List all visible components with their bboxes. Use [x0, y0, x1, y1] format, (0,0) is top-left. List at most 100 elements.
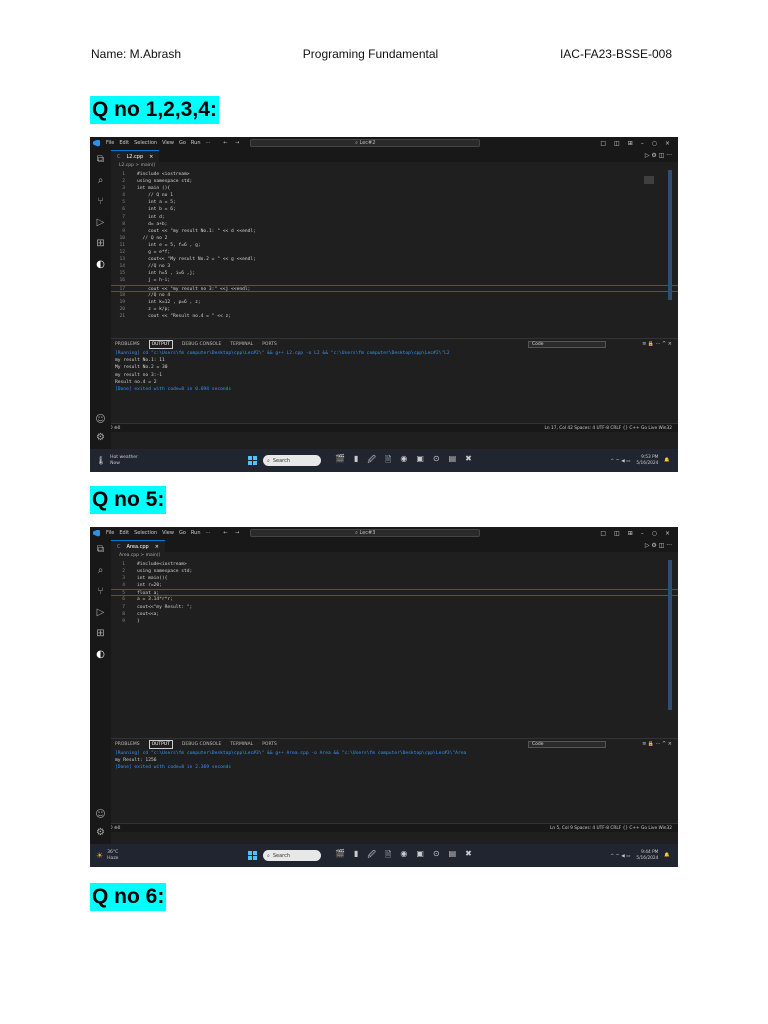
window-control-icon[interactable]: ⊞ [628, 530, 633, 537]
code-line[interactable]: 3 int main(){ [111, 575, 678, 582]
run-debug-icon[interactable]: ▷ [97, 608, 105, 618]
output-channel-select[interactable]: Code [528, 741, 606, 748]
taskbar-app-icon[interactable]: ✖ [465, 849, 472, 863]
code-line[interactable]: 5 float a; [111, 589, 678, 597]
code-line[interactable]: 7 int d; [111, 214, 678, 221]
live-share-icon[interactable]: ◐ [96, 260, 105, 270]
panel-tab-problems[interactable]: PROBLEMS [115, 742, 140, 747]
menu-item[interactable]: ··· [206, 530, 211, 536]
clock[interactable]: 9:53 PM 5/16/2024 [636, 455, 658, 467]
settings-gear-icon[interactable]: ⚙ [96, 433, 105, 443]
menu-item[interactable]: Run [191, 530, 201, 536]
account-icon[interactable]: ☺ [95, 415, 105, 425]
code-line[interactable]: 21 cout << "Result no.4 = " << z; [111, 313, 678, 320]
code-line[interactable]: 6 a = 3.14*r*r; [111, 596, 678, 603]
breadcrumb[interactable]: Area.cpp > main() [111, 552, 678, 560]
code-line[interactable]: 2 using namespace std; [111, 178, 678, 185]
code-line[interactable]: 3 int main (){ [111, 185, 678, 192]
code-line[interactable]: 12 g = e*f; [111, 249, 678, 256]
menu-item[interactable]: View [162, 140, 174, 146]
code-line[interactable]: 1 #include<iostream> [111, 561, 678, 568]
panel-tab-ports[interactable]: PORTS [262, 342, 277, 347]
menu-item[interactable]: Selection [134, 140, 157, 146]
output-channel-select[interactable]: Code [528, 341, 606, 348]
taskbar-app-icon[interactable]: ◉ [400, 849, 407, 863]
editor-scrollbar[interactable] [668, 560, 672, 710]
close-icon[interactable]: × [155, 544, 159, 550]
command-center[interactable]: ⌕ Lec#2 [250, 139, 481, 147]
taskbar-app-icon[interactable]: ▮ [354, 454, 358, 468]
taskbar-app-icon[interactable]: 🗎 [385, 454, 391, 468]
account-icon[interactable]: ☺ [95, 810, 105, 820]
window-control-icon[interactable]: ⊞ [628, 140, 633, 147]
panel-tab-output[interactable]: OUTPUT [148, 740, 173, 749]
editor-actions[interactable]: ▷ ⚙ ◫ ··· [645, 542, 678, 549]
taskbar-app-icon[interactable]: ◉ [400, 454, 407, 468]
explorer-icon[interactable]: ⧉ [97, 545, 104, 555]
code-line[interactable]: 5 int a = 5; [111, 199, 678, 206]
taskbar-app-icon[interactable]: ▣ [416, 849, 424, 863]
weather-widget[interactable]: ☀ 36°C Haze [90, 850, 230, 862]
code-line[interactable]: 15 int h=5 , i=6 ,j; [111, 270, 678, 277]
window-control-icon[interactable]: × [665, 140, 670, 147]
run-debug-icon[interactable]: ▷ [97, 218, 105, 228]
code-line[interactable]: 1 #include <iostream> [111, 171, 678, 178]
taskbar-app-icon[interactable]: ▤ [449, 454, 457, 468]
windows-start-icon[interactable] [248, 851, 257, 860]
code-line[interactable]: 10 // Q no 2 [111, 235, 678, 242]
code-line[interactable]: 6 int b = 6; [111, 206, 678, 213]
tray-icons[interactable]: ^ ⌔ ◀ ▭ [610, 458, 630, 464]
editor-scrollbar[interactable] [668, 170, 672, 300]
extensions-icon[interactable]: ⊞ [96, 629, 104, 639]
code-line[interactable]: 18 //Q no 4 [111, 292, 678, 299]
panel-tab-output[interactable]: OUTPUT [148, 340, 173, 349]
code-line[interactable]: 9} [111, 618, 678, 625]
code-line[interactable]: 8 d= a+b; [111, 221, 678, 228]
code-line[interactable]: 19 int k=12 , p=6 , z; [111, 299, 678, 306]
clock[interactable]: 9:44 PM 5/16/2024 [636, 850, 658, 862]
breadcrumb[interactable]: L2.cpp > main() [111, 162, 678, 170]
taskbar-search[interactable]: ⌕ Search [263, 455, 321, 466]
weather-widget[interactable]: 🌡 Hot weather Now [90, 455, 230, 467]
menu-item[interactable]: View [162, 530, 174, 536]
notification-icon[interactable]: 🔔 [664, 458, 670, 463]
window-control-icon[interactable]: – [641, 530, 644, 537]
taskbar-app-icon[interactable]: ▤ [449, 849, 457, 863]
tray-icons[interactable]: ^ ⌔ ◀ ▭ [610, 853, 630, 859]
taskbar-app-icon[interactable]: 🎬 [335, 849, 345, 863]
status-right[interactable]: Ln 5, Col 9 Spaces: 4 UTF-8 CRLF {} C++ … [550, 826, 678, 831]
code-line[interactable]: 20 z = k/p; [111, 306, 678, 313]
panel-tab-terminal[interactable]: TERMINAL [230, 342, 253, 347]
code-line[interactable]: 9 cout << "my result No.1: " << d <<endl… [111, 228, 678, 235]
taskbar-app-icon[interactable]: ▣ [416, 454, 424, 468]
settings-gear-icon[interactable]: ⚙ [96, 828, 105, 838]
code-line[interactable]: 4 int r=20; [111, 582, 678, 589]
code-line[interactable]: 7 cout<<"my Result: "; [111, 604, 678, 611]
menu-item[interactable]: Go [179, 140, 186, 146]
code-line[interactable]: 13 cout<< "My result No.2 = " << g <<end… [111, 256, 678, 263]
code-line[interactable]: 8 cout<<a; [111, 611, 678, 618]
menu-item[interactable]: Selection [134, 530, 157, 536]
taskbar-app-icon[interactable]: ⊙ [433, 454, 440, 468]
code-editor[interactable]: 1 #include<iostream> 2 using namespace std;… [111, 560, 678, 738]
panel-tab-terminal[interactable]: TERMINAL [230, 742, 253, 747]
taskbar-app-icon[interactable]: ⊙ [433, 849, 440, 863]
live-share-icon[interactable]: ◐ [96, 650, 105, 660]
source-control-icon[interactable]: ⑂ [98, 197, 104, 207]
menu-item[interactable]: Edit [119, 140, 129, 146]
window-control-icon[interactable]: □ [600, 530, 606, 537]
code-line[interactable]: 14 //Q no 3 [111, 263, 678, 270]
taskbar-app-icon[interactable]: 🖉 [367, 454, 376, 468]
window-control-icon[interactable]: ◫ [614, 140, 620, 147]
window-control-icon[interactable]: ○ [652, 530, 657, 537]
extensions-icon[interactable]: ⊞ [96, 239, 104, 249]
window-control-icon[interactable]: – [641, 140, 644, 147]
code-editor[interactable]: 1 #include <iostream> 2 using namespace std… [111, 170, 678, 338]
windows-start-icon[interactable] [248, 456, 257, 465]
window-control-icon[interactable]: × [665, 530, 670, 537]
nav-arrows-icon[interactable]: ← → [223, 140, 242, 146]
nav-arrows-icon[interactable]: ← → [223, 530, 242, 536]
taskbar-search[interactable]: ⌕ Search [263, 850, 321, 861]
minimap[interactable] [644, 176, 654, 184]
command-center[interactable]: ⌕ Lec#3 [250, 529, 481, 537]
